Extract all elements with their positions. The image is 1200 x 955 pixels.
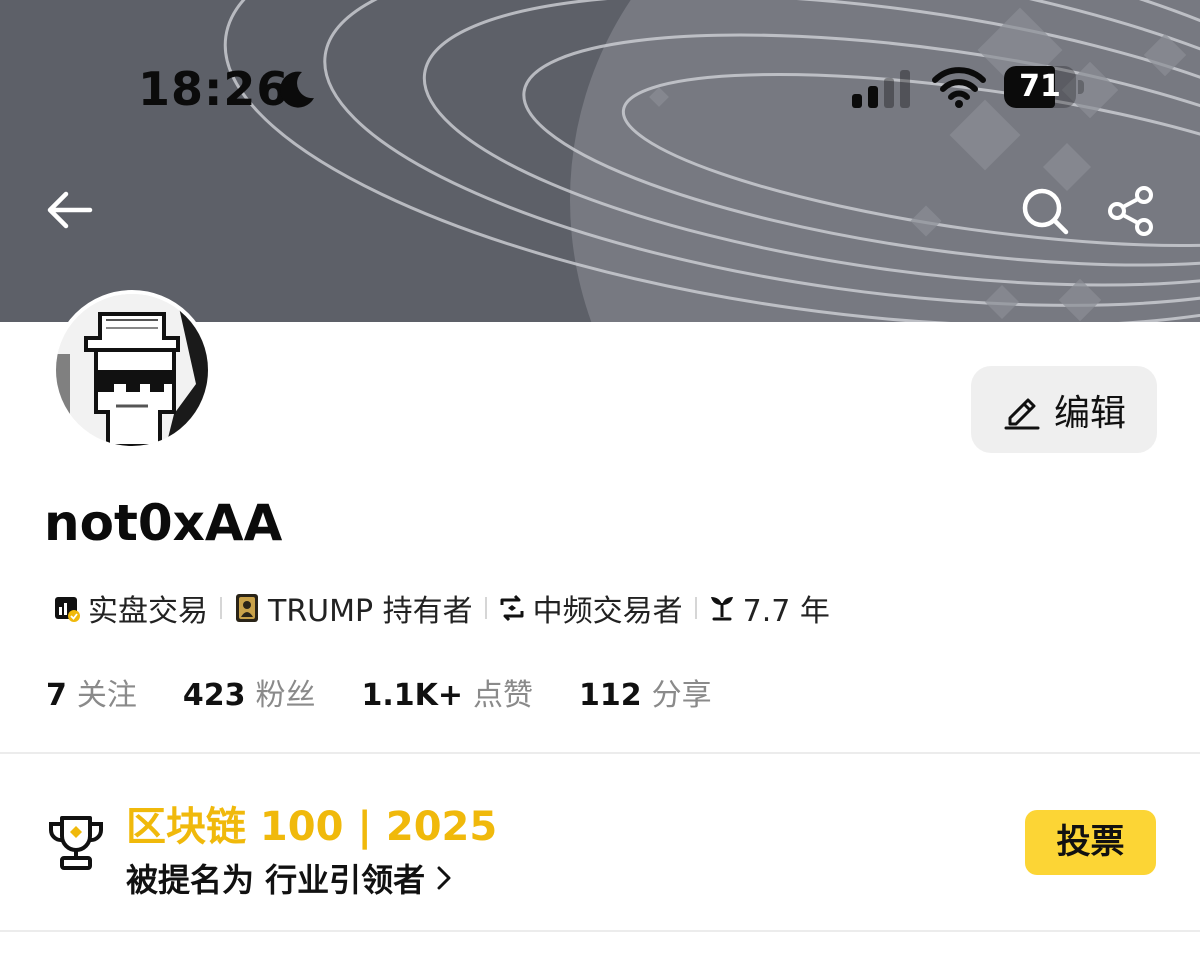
search-button[interactable] [1018,184,1072,238]
stat-value: 112 [579,678,642,713]
live-trading-icon [55,597,80,622]
tag-divider [484,597,487,619]
battery-percent: 71 [1019,69,1061,104]
mid-frequency-icon [500,594,524,622]
tag-trump-holder[interactable]: TRUMP 持有者 [234,586,473,630]
edit-profile-button[interactable]: 编辑 [971,366,1157,453]
stat-followers[interactable]: 423 粉丝 [183,670,316,714]
tag-mid-frequency[interactable]: 中频交易者 [499,586,683,630]
tag-label: TRUMP 持有者 [268,594,473,629]
stat-value: 423 [182,678,246,713]
stat-label: 关注 [76,678,137,713]
tag-divider [694,597,697,619]
share-icon [1108,186,1153,236]
status-time: 18:26 [138,62,290,116]
moon-icon [280,71,314,108]
profile-tags: 实盘交易 TRUMP 持有者 中频交易者 7.7 年 [54,584,830,632]
trophy-icon [48,816,104,870]
chevron-right-icon [437,866,451,890]
award-subtitle: 被提名为 行业引领者 [126,861,426,899]
search-icon [1022,188,1069,235]
tag-label: 中频交易者 [532,594,683,629]
award-nomination-link[interactable]: 被提名为 行业引领者 [126,855,453,901]
award-title: 区块链 100 | 2025 [126,804,498,850]
stat-following[interactable]: 7 关注 [46,670,137,714]
stat-shares[interactable]: 112 分享 [579,670,712,714]
username: not0xAA [44,494,283,552]
wifi-icon [932,67,986,108]
stat-label: 粉丝 [255,678,316,713]
trump-token-icon [236,594,258,622]
section-divider [0,752,1200,754]
stat-label: 分享 [651,678,712,713]
section-divider [0,930,1200,932]
stat-likes[interactable]: 1.1K+ 点赞 [362,670,534,714]
tag-divider [220,597,222,619]
banner-artwork [223,0,1200,322]
profile-banner [0,0,1200,322]
tag-label: 实盘交易 [88,594,208,629]
back-arrow-icon [47,191,93,229]
stat-value: 1.1K+ [361,678,464,713]
avatar-image [56,294,208,446]
edit-label: 编辑 [1053,392,1126,434]
tag-account-age[interactable]: 7.7 年 [709,586,830,630]
back-button[interactable] [40,186,96,234]
avatar[interactable] [52,290,212,450]
tag-live-trading[interactable]: 实盘交易 [54,586,208,630]
profile-stats: 7 关注 423 粉丝 1.1K+ 点赞 112 分享 [46,670,758,714]
pencil-icon [1004,398,1040,429]
tag-label: 7.7 年 [742,594,830,629]
sprout-icon [710,597,733,621]
cellular-signal-icon [852,70,910,108]
vote-button[interactable]: 投票 [1025,810,1156,875]
stat-value: 7 [46,678,67,713]
stat-label: 点赞 [473,678,534,713]
share-button[interactable] [1104,184,1160,238]
battery-icon: 71 [1004,66,1084,108]
